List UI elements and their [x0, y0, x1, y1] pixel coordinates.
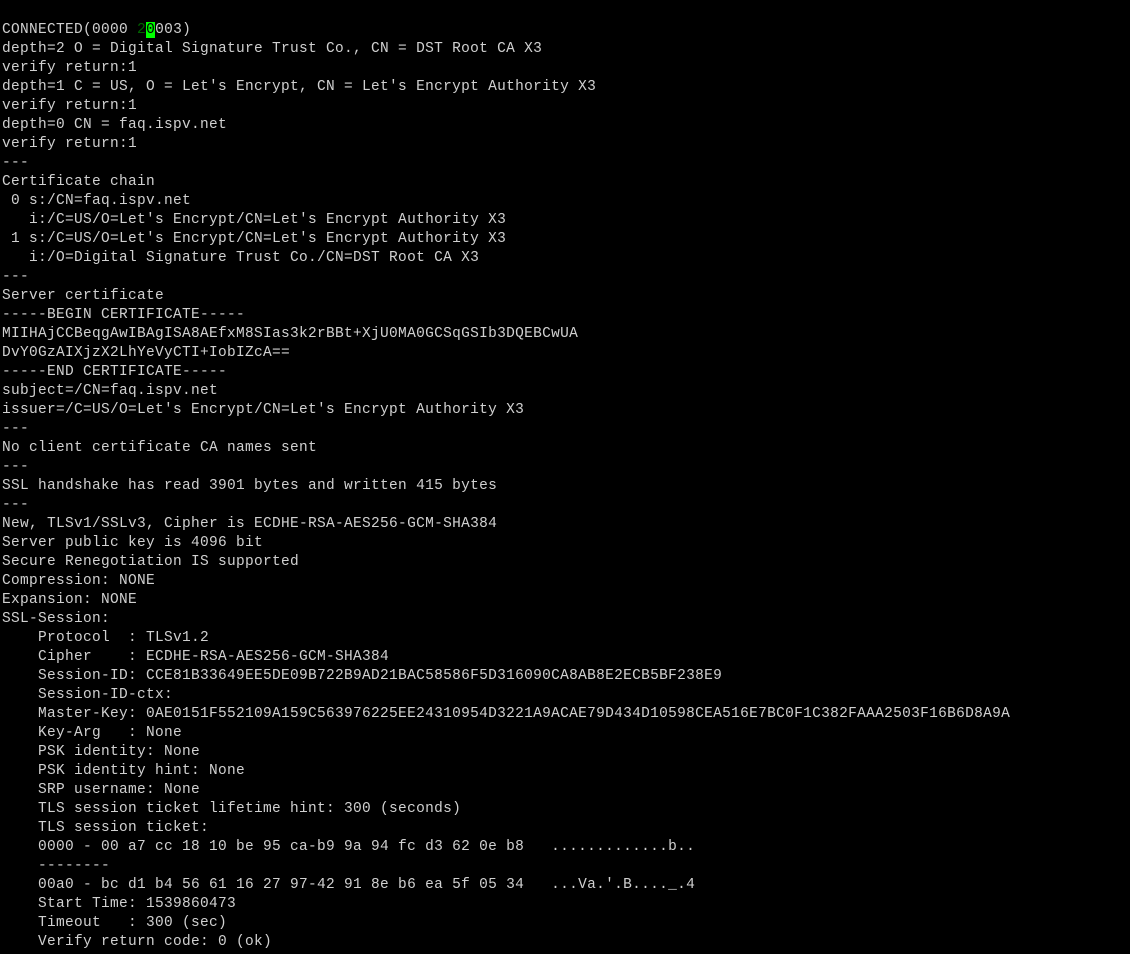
output-line: depth=2 O = Digital Signature Trust Co.,… — [2, 40, 1130, 59]
output-line: DvY0GzAIXjzX2LhYeVyCTI+IobIZcA== — [2, 344, 1130, 363]
output-line: -----END CERTIFICATE----- — [2, 363, 1130, 382]
output-line: SSL handshake has read 3901 bytes and wr… — [2, 477, 1130, 496]
output-line: Protocol : TLSv1.2 — [2, 629, 1130, 648]
output-line: --- — [2, 268, 1130, 287]
output-line: Expansion: NONE — [2, 591, 1130, 610]
output-line: Compression: NONE — [2, 572, 1130, 591]
output-line: 1 s:/C=US/O=Let's Encrypt/CN=Let's Encry… — [2, 230, 1130, 249]
output-line: TLS session ticket: — [2, 819, 1130, 838]
output-line: Key-Arg : None — [2, 724, 1130, 743]
terminal-cursor: 0 — [146, 22, 155, 38]
output-line: 0 s:/CN=faq.ispv.net — [2, 192, 1130, 211]
output-line: SRP username: None — [2, 781, 1130, 800]
connected-space — [128, 22, 137, 38]
output-line: Verify return code: 0 (ok) — [2, 933, 1130, 952]
output-line: Certificate chain — [2, 173, 1130, 192]
output-line: TLS session ticket lifetime hint: 300 (s… — [2, 800, 1130, 819]
connected-prefix: CONNECTED(0000 — [2, 22, 128, 38]
output-line: Session-ID-ctx: — [2, 686, 1130, 705]
output-line: No client certificate CA names sent — [2, 439, 1130, 458]
output-line: PSK identity: None — [2, 743, 1130, 762]
connected-line: CONNECTED(0000 20003) — [2, 21, 1130, 40]
terminal-output[interactable]: CONNECTED(0000 20003)depth=2 O = Digital… — [0, 0, 1130, 954]
output-line: subject=/CN=faq.ispv.net — [2, 382, 1130, 401]
output-line: Session-ID: CCE81B33649EE5DE09B722B9AD21… — [2, 667, 1130, 686]
output-line: depth=0 CN = faq.ispv.net — [2, 116, 1130, 135]
output-line: --- — [2, 420, 1130, 439]
output-line: Server public key is 4096 bit — [2, 534, 1130, 553]
output-line: Server certificate — [2, 287, 1130, 306]
output-line: PSK identity hint: None — [2, 762, 1130, 781]
connected-dim: 2 — [137, 22, 146, 38]
output-line: Master-Key: 0AE0151F552109A159C563976225… — [2, 705, 1130, 724]
output-line: i:/C=US/O=Let's Encrypt/CN=Let's Encrypt… — [2, 211, 1130, 230]
output-line: --- — [2, 458, 1130, 477]
output-line: -------- — [2, 857, 1130, 876]
output-line: MIIHAjCCBeqgAwIBAgISA8AEfxM8SIas3k2rBBt+… — [2, 325, 1130, 344]
output-line: depth=1 C = US, O = Let's Encrypt, CN = … — [2, 78, 1130, 97]
output-line: verify return:1 — [2, 97, 1130, 116]
output-line: Secure Renegotiation IS supported — [2, 553, 1130, 572]
output-line: verify return:1 — [2, 59, 1130, 78]
output-line: 0000 - 00 a7 cc 18 10 be 95 ca-b9 9a 94 … — [2, 838, 1130, 857]
output-line: --- — [2, 154, 1130, 173]
output-line: New, TLSv1/SSLv3, Cipher is ECDHE-RSA-AE… — [2, 515, 1130, 534]
output-line: Timeout : 300 (sec) — [2, 914, 1130, 933]
connected-suffix: 003) — [155, 22, 191, 38]
output-line: Start Time: 1539860473 — [2, 895, 1130, 914]
output-line: i:/O=Digital Signature Trust Co./CN=DST … — [2, 249, 1130, 268]
output-line: verify return:1 — [2, 135, 1130, 154]
output-line: 00a0 - bc d1 b4 56 61 16 27 97-42 91 8e … — [2, 876, 1130, 895]
output-line: issuer=/C=US/O=Let's Encrypt/CN=Let's En… — [2, 401, 1130, 420]
output-line: --- — [2, 496, 1130, 515]
output-line: SSL-Session: — [2, 610, 1130, 629]
output-line: Cipher : ECDHE-RSA-AES256-GCM-SHA384 — [2, 648, 1130, 667]
output-line: -----BEGIN CERTIFICATE----- — [2, 306, 1130, 325]
